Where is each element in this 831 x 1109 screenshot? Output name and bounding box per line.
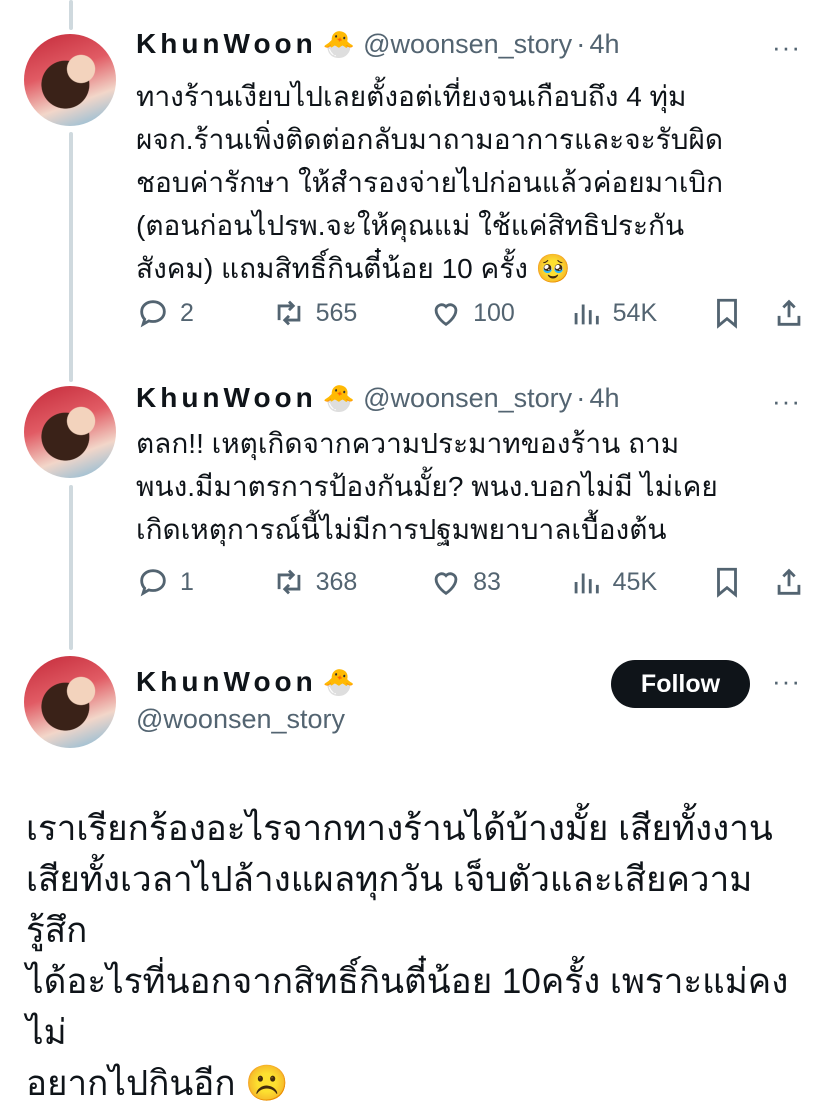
tweet-1[interactable]: KhunWoon 🐣 @woonsen_story · 4h ··· ทางร้… — [0, 0, 831, 370]
tweet-header: KhunWoon 🐣 @woonsen_story · 4h — [136, 28, 620, 60]
views-button[interactable]: 54K — [569, 296, 711, 330]
avatar[interactable] — [24, 34, 116, 126]
retweet-icon — [277, 300, 300, 326]
views-count: 54K — [612, 298, 658, 327]
avatar[interactable] — [24, 656, 116, 748]
hatching-chick-emoji: 🐣 — [322, 666, 356, 697]
retweet-button[interactable]: 368 — [272, 565, 430, 599]
analytics-icon — [574, 573, 599, 594]
display-name[interactable]: KhunWoon — [136, 666, 317, 698]
share-button[interactable] — [772, 296, 806, 330]
reply-count: 1 — [180, 567, 194, 596]
avatar[interactable] — [24, 386, 116, 478]
share-icon — [777, 299, 801, 326]
like-count: 100 — [473, 298, 515, 327]
action-bar: 2 565 100 54K — [136, 296, 806, 330]
main-tweet[interactable]: KhunWoon 🐣 @woonsen_story Follow ··· เรา… — [0, 650, 831, 1103]
hatching-chick-emoji: 🐣 — [322, 28, 356, 59]
timestamp[interactable]: 4h — [589, 383, 619, 414]
reply-count: 2 — [180, 298, 194, 327]
retweet-icon — [277, 569, 300, 595]
like-button[interactable]: 100 — [429, 296, 569, 330]
tweet-text: ตลก!! เหตุเกิดจากความประมาทของร้าน ถาม พ… — [136, 428, 718, 545]
display-name[interactable]: KhunWoon — [136, 382, 317, 414]
tweet-text: เราเรียกร้องอะไรจากทางร้านได้บ้างมั้ย เส… — [26, 809, 789, 1103]
analytics-icon — [574, 304, 599, 325]
retweet-button[interactable]: 565 — [272, 296, 430, 330]
reply-icon — [140, 300, 166, 328]
views-button[interactable]: 45K — [569, 565, 711, 599]
user-handle[interactable]: @woonsen_story — [136, 704, 345, 735]
tweet-header: KhunWoon 🐣 @woonsen_story · 4h — [136, 382, 620, 414]
share-button[interactable] — [772, 565, 806, 599]
bookmark-button[interactable] — [710, 296, 772, 330]
reply-button[interactable]: 2 — [136, 296, 272, 330]
hatching-chick-emoji: 🐣 — [322, 382, 356, 413]
tweet-2[interactable]: KhunWoon 🐣 @woonsen_story · 4h ··· ตลก!!… — [0, 370, 831, 650]
user-handle[interactable]: @woonsen_story — [363, 383, 572, 414]
user-handle[interactable]: @woonsen_story — [363, 29, 572, 60]
display-name[interactable]: KhunWoon — [136, 28, 317, 60]
reply-icon — [140, 569, 166, 597]
more-options-icon[interactable]: ··· — [772, 666, 801, 697]
more-options-icon[interactable]: ··· — [772, 32, 801, 63]
like-button[interactable]: 83 — [429, 565, 569, 599]
follow-button[interactable]: Follow — [611, 660, 750, 708]
separator-dot: · — [576, 382, 586, 413]
tweet-text: ทางร้านเงียบไปเลยตั้งอต่เที่ยงจนเกือบถึง… — [136, 81, 724, 284]
share-icon — [777, 568, 801, 595]
timestamp[interactable]: 4h — [589, 29, 619, 60]
action-bar: 1 368 83 45K — [136, 565, 806, 599]
views-count: 45K — [612, 567, 658, 596]
separator-dot: · — [576, 28, 586, 59]
more-options-icon[interactable]: ··· — [772, 386, 801, 417]
author-handle-row: @woonsen_story — [136, 704, 345, 735]
bookmark-icon — [717, 298, 738, 329]
author-name-row: KhunWoon 🐣 — [136, 666, 363, 698]
retweet-count: 565 — [315, 298, 358, 327]
like-count: 83 — [473, 567, 501, 596]
retweet-count: 368 — [315, 567, 358, 596]
heart-icon — [434, 303, 458, 327]
bookmark-icon — [717, 567, 738, 598]
bookmark-button[interactable] — [710, 565, 772, 599]
heart-icon — [434, 572, 458, 596]
reply-button[interactable]: 1 — [136, 565, 272, 599]
